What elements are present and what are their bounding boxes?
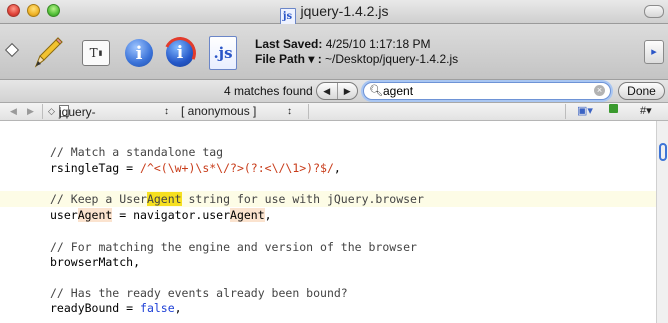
updown-arrows-icon[interactable]: ↕ — [164, 104, 169, 119]
done-button[interactable]: Done — [618, 82, 665, 100]
title-bar: js jquery-1.4.2.js — [0, 0, 668, 26]
divider — [565, 104, 566, 119]
back-arrow-icon[interactable]: ◀ — [10, 104, 17, 119]
hash-menu-icon[interactable]: #▾ — [640, 104, 652, 119]
bookmark-menu-icon[interactable]: ▣▾ — [577, 104, 593, 119]
diamond-icon[interactable]: ◇ — [48, 104, 55, 119]
code-line: // Match a standalone tag — [50, 145, 224, 159]
vertical-scrollbar[interactable] — [656, 121, 668, 323]
code-line: readyBound = false, — [50, 301, 182, 315]
browser-preview-icon[interactable]: i — [166, 39, 194, 67]
text-template-icon[interactable]: T ▮ — [82, 40, 110, 66]
last-saved-value: 4/25/10 1:17:18 PM — [325, 37, 431, 51]
scrollbar-thumb[interactable] — [659, 143, 667, 161]
code-line: // Keep a UserAgent string for use with … — [50, 192, 424, 206]
navigation-bar: ◀ ▶ ◇ jquery-1.4.2.js ↕ [ anonymous ] ↕ … — [0, 103, 668, 134]
clear-search-icon[interactable]: × — [594, 85, 605, 96]
search-icon: 🔍︎ — [369, 85, 383, 97]
divider — [42, 104, 43, 119]
code-line: rsingleTag = /^<(\w+)\s*\/?>(?:<\/\1>)?$… — [50, 161, 341, 175]
forward-arrow-icon[interactable]: ▶ — [27, 104, 34, 119]
search-input[interactable] — [383, 83, 583, 99]
divider — [308, 104, 309, 119]
code-line: userAgent = navigator.userAgent, — [50, 208, 272, 222]
js-document-icon[interactable]: .js — [209, 36, 237, 70]
code-line: // For matching the engine and version o… — [50, 240, 417, 254]
file-metadata: Last Saved: 4/25/10 1:17:18 PM File Path… — [255, 37, 458, 67]
code-line: // Has the ready events already been bou… — [50, 286, 348, 300]
function-popup[interactable]: [ anonymous ] — [181, 104, 256, 119]
previous-match-button[interactable]: ◀ — [317, 83, 337, 99]
diamond-icon[interactable] — [4, 42, 20, 58]
status-green-icon[interactable] — [609, 104, 618, 113]
pencil-icon[interactable] — [30, 34, 66, 70]
search-field[interactable]: 🔍︎ × — [363, 82, 611, 100]
search-match: Agent — [230, 208, 265, 222]
info-icon[interactable]: i — [125, 39, 153, 67]
search-match: Agent — [77, 208, 113, 222]
search-match-current: Agent — [146, 192, 182, 206]
file-path-value: ~/Desktop/jquery-1.4.2.js — [325, 52, 459, 66]
toolbar: T ▮ i i .js Last Saved: 4/25/10 1:17:18 P… — [0, 24, 668, 80]
toolbar-toggle-button[interactable] — [644, 5, 664, 18]
sidebar-toggle-icon[interactable]: ▸ — [644, 40, 664, 64]
match-count: 4 matches found — [224, 84, 313, 98]
last-saved-label: Last Saved: — [255, 37, 323, 51]
code-editor[interactable]: // Match a standalone tag rsingleTag = /… — [0, 121, 656, 323]
file-path-label[interactable]: File Path ▾ : — [255, 52, 322, 66]
window-title: jquery-1.4.2.js — [300, 3, 389, 19]
window-title-wrap: js jquery-1.4.2.js — [0, 2, 668, 26]
find-navigation: ◀ ▶ — [316, 82, 358, 100]
next-match-button[interactable]: ▶ — [336, 83, 358, 99]
updown-arrows-icon[interactable]: ↕ — [287, 104, 292, 119]
code-line: browserMatch, — [50, 255, 141, 269]
find-bar: 4 matches found ◀ ▶ 🔍︎ × Done — [0, 80, 668, 103]
